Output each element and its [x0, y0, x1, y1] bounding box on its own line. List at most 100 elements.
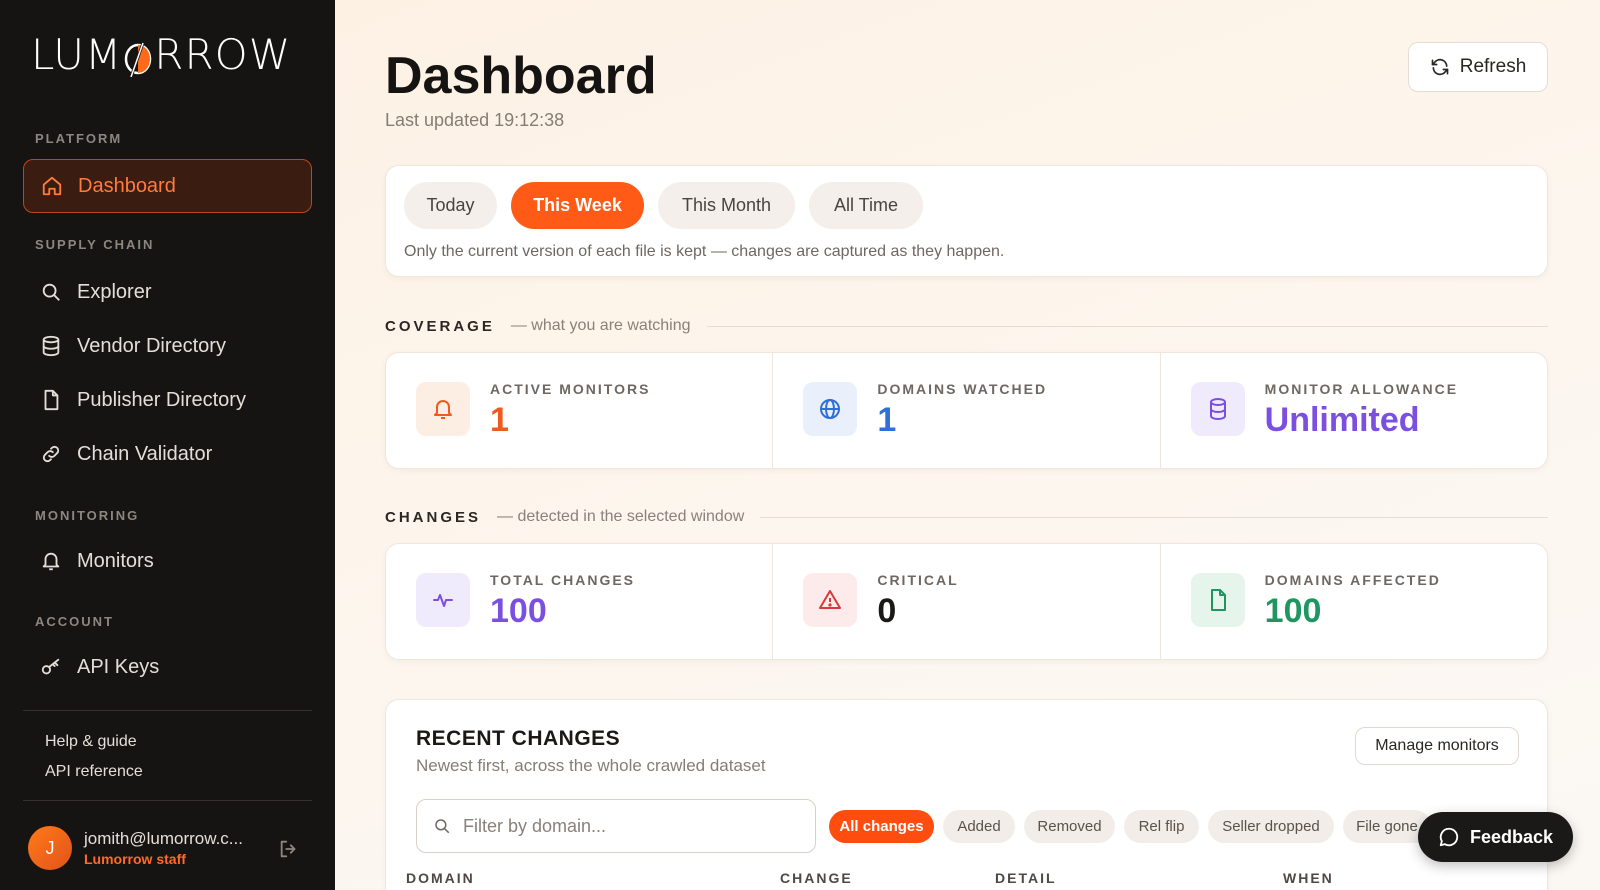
brand-name-right: RROW — [154, 30, 292, 79]
chip-added[interactable]: Added — [943, 810, 1015, 843]
stat-total-changes: TOTAL CHANGES 100 — [386, 544, 774, 659]
stat-active-monitors: ACTIVE MONITORS 1 — [386, 353, 774, 468]
column-header-change[interactable]: CHANGE — [780, 870, 853, 886]
column-header-domain[interactable]: DOMAIN — [406, 870, 475, 886]
stat-label: MONITOR ALLOWANCE — [1264, 381, 1459, 397]
range-note: Only the current version of each file is… — [404, 243, 1005, 260]
sidebar-item-label: Vendor Directory — [77, 334, 226, 357]
sidebar: LUM RROW PLATFORM Dashboard SUPPLY CHAIN… — [0, 0, 335, 890]
stat-domains-affected: DOMAINS AFFECTED 100 — [1161, 544, 1547, 659]
column-header-when[interactable]: WHEN — [1283, 870, 1334, 886]
chat-bubble-icon — [1439, 827, 1459, 847]
link-icon — [39, 442, 63, 466]
stat-value: 100 — [1264, 592, 1322, 630]
sidebar-item-api-keys[interactable]: API Keys — [23, 640, 312, 694]
sidebar-item-label: Monitors — [77, 549, 154, 572]
stat-domains-watched: DOMAINS WATCHED 1 — [773, 353, 1161, 468]
range-this-month-tab[interactable]: This Month — [658, 182, 795, 229]
user-email: jomith@lumorrow.c... — [84, 829, 243, 848]
coverage-subtitle: — what you are watching — [510, 317, 691, 334]
sidebar-divider — [23, 800, 312, 801]
globe-icon — [803, 382, 858, 436]
search-icon — [39, 280, 63, 304]
refresh-label: Refresh — [1459, 56, 1527, 77]
brand-logo[interactable]: LUM RROW — [31, 30, 291, 79]
coverage-header: COVERAGE — what you are watching — [385, 317, 1548, 335]
manage-monitors-button[interactable]: Manage monitors — [1355, 727, 1519, 765]
sidebar-item-publisher-directory[interactable]: Publisher Directory — [23, 373, 312, 427]
home-icon — [40, 174, 64, 198]
changes-subtitle: — detected in the selected window — [497, 508, 745, 525]
stat-label: DOMAINS AFFECTED — [1264, 572, 1441, 588]
sidebar-item-label: API Keys — [77, 655, 160, 678]
domain-filter[interactable] — [416, 799, 816, 853]
sidebar-item-label: Publisher Directory — [77, 388, 246, 411]
key-icon — [39, 655, 63, 679]
stat-label: DOMAINS WATCHED — [877, 381, 1048, 397]
domain-filter-input[interactable] — [463, 815, 783, 837]
range-this-week-tab[interactable]: This Week — [511, 182, 644, 229]
stat-monitor-allowance: MONITOR ALLOWANCE Unlimited — [1161, 353, 1547, 468]
range-all-time-tab[interactable]: All Time — [809, 182, 923, 229]
warning-icon — [803, 573, 858, 627]
coverage-stats-card: ACTIVE MONITORS 1 DOMAINS WATCHED 1 MONI… — [385, 352, 1548, 469]
changes-header: CHANGES — detected in the selected windo… — [385, 508, 1548, 526]
sidebar-item-dashboard[interactable]: Dashboard — [23, 159, 312, 213]
page-title: Dashboard — [385, 47, 657, 105]
user-role: Lumorrow staff — [84, 851, 186, 867]
sidebar-item-explorer[interactable]: Explorer — [23, 265, 312, 319]
bell-icon — [416, 382, 470, 436]
stat-critical: CRITICAL 0 — [773, 544, 1161, 659]
chip-rel-flip[interactable]: Rel flip — [1124, 810, 1199, 843]
search-icon — [435, 819, 450, 834]
activity-icon — [416, 573, 470, 627]
chip-removed[interactable]: Removed — [1024, 810, 1115, 843]
file-icon — [1190, 573, 1245, 627]
section-rule — [706, 325, 1548, 327]
last-updated: Last updated 19:12:38 — [385, 110, 565, 130]
changes-title: CHANGES — [385, 508, 482, 526]
refresh-button[interactable]: Refresh — [1408, 42, 1548, 92]
stat-value: 1 — [490, 401, 509, 439]
file-icon — [39, 388, 63, 412]
database-icon — [39, 334, 63, 358]
sidebar-item-label: Explorer — [77, 280, 152, 303]
stat-value: 1 — [877, 401, 897, 439]
coverage-title: COVERAGE — [385, 317, 495, 335]
database-icon — [1190, 382, 1245, 436]
chip-seller-dropped[interactable]: Seller dropped — [1208, 810, 1334, 843]
time-range-card: Today This Week This Month All Time Only… — [385, 165, 1548, 277]
range-today-tab[interactable]: Today — [404, 182, 497, 229]
sidebar-item-chain-validator[interactable]: Chain Validator — [23, 427, 312, 481]
sidebar-divider — [23, 710, 312, 711]
help-guide-link[interactable]: Help & guide — [45, 733, 137, 751]
section-label-platform: PLATFORM — [35, 131, 123, 146]
stat-label: CRITICAL — [877, 572, 959, 588]
user-profile[interactable]: J jomith@lumorrow.c... Lumorrow staff — [28, 826, 243, 870]
column-header-detail[interactable]: DETAIL — [995, 870, 1057, 886]
sidebar-item-label: Chain Validator — [77, 442, 213, 465]
stat-value: 100 — [490, 592, 547, 630]
section-label-monitoring: MONITORING — [35, 508, 140, 523]
stat-value: Unlimited — [1264, 401, 1420, 439]
logo-o-icon — [123, 38, 153, 77]
bell-icon — [39, 549, 63, 573]
chip-all-changes[interactable]: All changes — [829, 810, 934, 843]
feedback-button[interactable]: Feedback — [1418, 812, 1573, 862]
stat-label: TOTAL CHANGES — [490, 572, 636, 588]
section-rule — [760, 516, 1548, 518]
stat-label: ACTIVE MONITORS — [490, 381, 651, 397]
api-reference-link[interactable]: API reference — [45, 763, 143, 781]
feedback-label: Feedback — [1469, 826, 1554, 847]
avatar: J — [28, 826, 72, 870]
main-content: Dashboard Last updated 19:12:38 Refresh … — [335, 0, 1600, 890]
recent-changes-title: RECENT CHANGES — [416, 727, 621, 750]
logout-icon[interactable] — [278, 838, 300, 860]
sidebar-item-monitors[interactable]: Monitors — [23, 534, 312, 588]
refresh-icon — [1431, 58, 1449, 76]
sidebar-item-vendor-directory[interactable]: Vendor Directory — [23, 319, 312, 373]
recent-changes-card: RECENT CHANGES Newest first, across the … — [385, 699, 1548, 890]
section-label-supply-chain: SUPPLY CHAIN — [35, 237, 155, 252]
sidebar-item-label: Dashboard — [78, 174, 176, 197]
section-label-account: ACCOUNT — [35, 614, 114, 629]
